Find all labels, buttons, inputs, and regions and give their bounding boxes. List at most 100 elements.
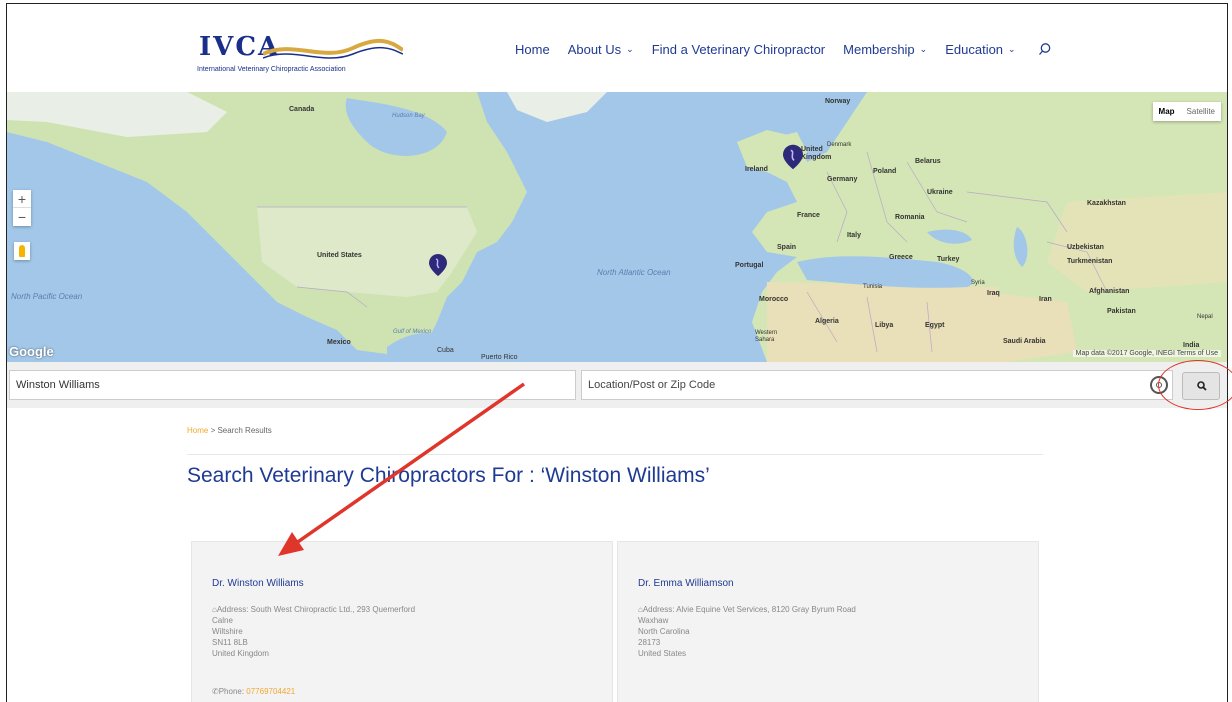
map-label: Spain [777,244,797,251]
map-label: Turkmenistan [1067,258,1113,265]
map-label: Gulf of Mexico [393,329,432,335]
street-view-pegman-icon[interactable] [14,242,30,260]
result-card: Dr. Emma Williamson ⌂Address: Alvie Equi… [617,541,1039,702]
breadcrumb-home-link[interactable]: Home [187,426,208,435]
nav-home[interactable]: Home [515,42,550,57]
map-label: Hudson Bay [392,113,425,119]
map-label: Mexico [327,339,351,346]
nav-label: Education [945,42,1004,57]
map-marker-icon[interactable] [783,144,803,170]
results-map[interactable]: Canada Hudson Bay United States Mexico G… [7,92,1227,362]
address-line: Address: South West Chiropractic Ltd., 2… [216,605,416,614]
logo-tagline: International Veterinary Chiropractic As… [197,66,346,73]
annotation-circle [1158,360,1232,410]
site-header: IVCA International Veterinary Chiropract… [7,4,1227,92]
map-label: Puerto Rico [481,354,518,361]
map-label: Libya [875,322,894,329]
map-type-map-button[interactable]: Map [1153,102,1181,121]
chevron-down-icon: ⌄ [919,44,928,54]
result-name-link[interactable]: Dr. Winston Williams [212,578,304,589]
nav-label: Membership [843,42,915,57]
chevron-down-icon: ⌄ [626,44,634,54]
result-address: ⌂Address: South West Chiropractic Ltd., … [212,604,415,659]
phone-label: Phone: [218,687,247,696]
map-label: France [797,212,820,219]
map-marker-icon[interactable] [429,254,447,276]
nav-education[interactable]: Education ⌄ [945,42,1015,57]
map-label: Poland [873,168,897,175]
address-line: Calne [212,616,233,625]
logo-swoosh-icon [263,38,403,59]
map-label: Morocco [759,296,789,303]
map-label: Canada [289,106,315,113]
address-line: North Carolina [638,627,690,636]
map-label: Egypt [925,322,945,329]
zoom-in-button[interactable]: + [13,190,31,208]
map-label: Iraq [987,290,1000,297]
name-search-input[interactable]: Winston Williams [9,370,576,400]
address-line: Address: Alvie Equine Vet Services, 8120… [642,605,856,614]
address-line: United Kingdom [212,649,269,658]
search-bar: Winston Williams Location/Post or Zip Co… [7,362,1227,408]
map-land-shapes [7,92,1227,362]
zoom-out-button[interactable]: − [13,208,31,226]
phone-number-link[interactable]: 07769704421 [246,687,295,696]
map-label: Kazakhstan [1087,200,1126,207]
map-label: India [1183,342,1200,349]
title-divider [187,454,1043,455]
map-type-toggle: Map Satellite [1152,102,1221,121]
page-title: Search Veterinary Chiropractors For : ‘W… [187,464,710,487]
map-label: Tunisia [863,284,883,290]
map-label: Ukraine [927,189,953,196]
map-label: Romania [895,214,925,221]
map-label: Greece [889,254,913,261]
map-label: Saudi Arabia [1003,338,1046,345]
map-label: Belarus [915,158,941,165]
address-line: United States [638,649,687,658]
map-label: Afghanistan [1089,288,1130,295]
map-label: North Pacific Ocean [11,292,83,301]
zoom-controls: + − [13,190,31,226]
map-label: Italy [847,232,862,239]
nav-label: Home [515,42,550,57]
map-label: Nepal [1197,314,1213,320]
address-line: Wiltshire [212,627,243,636]
google-logo: Google [9,344,54,359]
address-line: Waxhaw [638,616,669,625]
nav-find-chiropractor[interactable]: Find a Veterinary Chiropractor [652,42,825,57]
map-label: Uzbekistan [1067,244,1104,251]
ivca-logo[interactable]: IVCA International Veterinary Chiropract… [193,30,403,76]
result-card: Dr. Winston Williams ⌂Address: South Wes… [191,541,613,702]
map-label: Germany [827,176,858,183]
nav-membership[interactable]: Membership ⌄ [843,42,927,57]
nav-about-us[interactable]: About Us ⌄ [568,42,634,57]
map-label: Iran [1039,296,1052,303]
map-label: Pakistan [1107,308,1136,315]
map-label: Ireland [745,166,768,173]
map-label: Western Sahara [755,330,778,343]
map-label: United Kingdom [801,146,832,161]
map-label: Turkey [937,256,960,263]
address-line: 28173 [638,638,661,647]
result-address: ⌂Address: Alvie Equine Vet Services, 812… [638,604,856,659]
result-phone: ✆Phone: 07769704421 [212,687,295,696]
location-search-input[interactable]: Location/Post or Zip Code [581,370,1173,400]
nav-label: About Us [567,42,622,57]
phone-icon: ✆ [212,687,219,696]
map-label: United States [317,252,362,259]
result-name-link[interactable]: Dr. Emma Williamson [638,578,734,589]
chevron-down-icon: ⌄ [1008,44,1016,54]
map-type-satellite-button[interactable]: Satellite [1181,102,1221,121]
map-label: Algeria [815,318,839,325]
nav-label: Find a Veterinary Chiropractor [651,42,826,57]
map-label: Cuba [437,347,454,354]
address-line: SN11 8LB [212,638,248,647]
map-label: Norway [825,98,851,105]
search-icon[interactable] [1038,42,1052,56]
breadcrumb: Home > Search Results [187,426,272,435]
main-nav: Home About Us ⌄ Find a Veterinary Chiropr… [515,42,1052,57]
map-credit[interactable]: Map data ©2017 Google, INEGI Terms of Us… [1072,350,1221,357]
map-label: Portugal [735,262,764,269]
map-label: Syria [971,280,985,286]
breadcrumb-current: Search Results [217,426,272,435]
